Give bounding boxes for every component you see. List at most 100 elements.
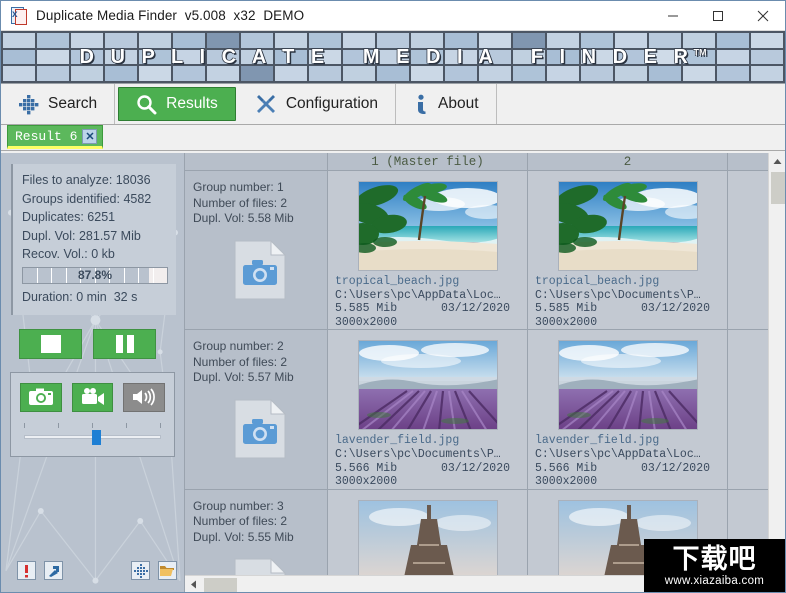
tab-label: Results: [166, 95, 218, 112]
column-header-row: 1 (Master file) 2: [185, 153, 768, 171]
dots-grid-icon: [18, 94, 39, 115]
lavender-field-thumbnail[interactable]: [357, 340, 498, 431]
file-name: lavender_field.jpg: [335, 434, 460, 448]
tab-search[interactable]: Search: [1, 84, 116, 124]
magnifier-icon: [136, 94, 157, 115]
open-folder-icon[interactable]: [158, 561, 177, 580]
table-row[interactable]: Group number: 1 Number of files: 2 Dupl. V…: [185, 171, 768, 331]
result-tab-strip: Result 6 ✕: [1, 125, 785, 151]
close-button[interactable]: [740, 1, 785, 31]
video-filter-button[interactable]: [71, 382, 114, 412]
table-row[interactable]: Group number: 2 Number of files: 2 Dupl. V…: [185, 330, 768, 490]
group-info-cell[interactable]: Group number: 3 Number of files: 2 Dupl. V…: [185, 489, 328, 575]
horizontal-scroll-thumb[interactable]: [204, 578, 237, 592]
file-size: 5.585 Mib: [335, 302, 398, 316]
window-title: Duplicate Media Finder v5.008 x32 DEMO: [36, 8, 305, 23]
file-date: 03/12/2020: [641, 461, 711, 475]
watermark-url: www.xiazaiba.com: [664, 574, 765, 587]
group-number-label: Group number: 3: [193, 498, 284, 513]
file-cell[interactable]: lavender_field.jpg C:\Users\pc\Documents\…: [328, 330, 528, 489]
file-size: 5.585 Mib: [535, 302, 598, 316]
file-metadata: tropical_beach.jpg C:\Users\pc\AppData\Lo…: [328, 271, 527, 329]
tab-label: Search: [48, 95, 98, 112]
file-dimensions: 3000x2000: [335, 475, 398, 489]
files-to-analyze-label: Files to analyze: 18036: [22, 173, 151, 187]
tab-results[interactable]: Results: [118, 87, 236, 121]
dupl-vol-label: Dupl. Vol: 281.57 Mib: [22, 228, 141, 243]
tab-label: Configuration: [285, 95, 379, 112]
file-cell[interactable]: lavender_field.jpg C:\Users\pc\AppData\Lo…: [528, 330, 728, 489]
main-tab-bar: Search Results Configuration About: [1, 84, 785, 125]
file-name: lavender_field.jpg: [535, 434, 660, 448]
result-tab-label: Result 6: [15, 129, 78, 144]
banner-title: D U P L I C A T E M E D I A F I N D E RT…: [79, 46, 707, 68]
file-name: tropical_beach.jpg: [535, 275, 660, 288]
file-name: tropical_beach.jpg: [335, 275, 460, 288]
tropical-beach-thumbnail[interactable]: [357, 181, 498, 271]
result-tab-6[interactable]: Result 6 ✕: [7, 125, 104, 149]
slider-thumb[interactable]: [92, 429, 101, 445]
minimize-button[interactable]: [650, 1, 695, 31]
file-path: C:\Users\pc\AppData\Loc…: [335, 288, 501, 302]
group-files-label: Number of files: 2: [193, 195, 288, 210]
playback-controls: [19, 328, 184, 359]
stop-button[interactable]: [19, 328, 82, 359]
file-metadata: lavender_field.jpg C:\Users\pc\Documents\…: [328, 430, 527, 488]
file-date: 03/12/2020: [441, 461, 511, 475]
photo-document-icon: [233, 398, 287, 460]
file-size: 5.566 Mib: [535, 461, 598, 475]
photo-document-icon: [233, 239, 287, 301]
results-grid-area: 1 (Master file) 2 Group number: 1 Number o…: [185, 153, 785, 592]
file-metadata: lavender_field.jpg C:\Users\pc\AppData\Lo…: [528, 430, 727, 488]
close-icon[interactable]: ✕: [82, 129, 98, 144]
lavender-field-thumbnail[interactable]: [557, 340, 698, 431]
application-window: x Duplicate Media Finder v5.008 x32 DEMO…: [0, 0, 786, 593]
file-date: 03/12/2020: [441, 302, 511, 316]
vertical-scroll-thumb[interactable]: [771, 172, 785, 204]
tab-configuration[interactable]: Configuration: [238, 84, 397, 124]
file-dimensions: 3000x2000: [335, 315, 398, 329]
file-size: 5.566 Mib: [335, 461, 398, 475]
warning-icon[interactable]: [17, 561, 36, 580]
media-filter-panel: [10, 371, 175, 457]
file-cell[interactable]: tropical_beach.jpg C:\Users\pc\Documents\…: [528, 171, 728, 330]
scroll-up-icon[interactable]: [769, 153, 785, 170]
file-dimensions: 3000x2000: [535, 475, 598, 489]
group-volume-label: Dupl. Vol: 5.55 Mib: [193, 529, 294, 544]
export-arrow-icon[interactable]: [44, 561, 63, 580]
grid-view-icon[interactable]: [131, 561, 150, 580]
tab-label: About: [438, 95, 479, 112]
photo-document-icon: [233, 557, 287, 575]
file-column-header-2: 2: [528, 153, 728, 170]
group-info-cell[interactable]: Group number: 2 Number of files: 2 Dupl. V…: [185, 330, 328, 489]
sensitivity-slider[interactable]: [20, 422, 165, 445]
info-icon: [413, 94, 429, 115]
duration-label: Duration: 0 min 32 s: [22, 289, 138, 304]
file-path: C:\Users\pc\Documents\P…: [335, 447, 501, 461]
statistics-panel: Files to analyze: 18036 Groups identifie…: [11, 164, 176, 315]
file-date: 03/12/2020: [641, 302, 711, 316]
app-banner: D U P L I C A T E M E D I A F I N D E RT…: [1, 31, 785, 84]
group-number-label: Group number: 2: [193, 339, 284, 354]
file-cell[interactable]: tropical_beach.jpg C:\Users\pc\AppData\Lo…: [328, 171, 528, 330]
group-volume-label: Dupl. Vol: 5.58 Mib: [193, 211, 294, 225]
pause-button[interactable]: [93, 328, 156, 359]
groups-identified-label: Groups identified: 4582: [22, 191, 152, 206]
app-icon: x: [9, 6, 29, 26]
file-dimensions: 3000x2000: [535, 315, 598, 329]
vertical-scrollbar[interactable]: [768, 153, 785, 575]
window-controls: [650, 1, 785, 31]
eiffel-tower-thumbnail[interactable]: [357, 499, 498, 575]
photo-filter-button[interactable]: [20, 382, 62, 412]
file-cell[interactable]: [328, 489, 528, 575]
tab-about[interactable]: About: [396, 84, 497, 124]
group-info-cell[interactable]: Group number: 1 Number of files: 2 Dupl. V…: [185, 171, 328, 330]
tropical-beach-thumbnail[interactable]: [557, 181, 698, 271]
audio-filter-button[interactable]: [123, 382, 166, 412]
left-control-panel: Files to analyze: 18036 Groups identifie…: [1, 153, 185, 592]
progress-bar: 87.8%: [22, 266, 168, 284]
maximize-button[interactable]: [695, 1, 740, 31]
scroll-left-icon[interactable]: [185, 576, 202, 592]
file-metadata: tropical_beach.jpg C:\Users\pc\Documents\…: [528, 271, 727, 329]
file-path: C:\Users\pc\Documents\P…: [535, 288, 701, 302]
